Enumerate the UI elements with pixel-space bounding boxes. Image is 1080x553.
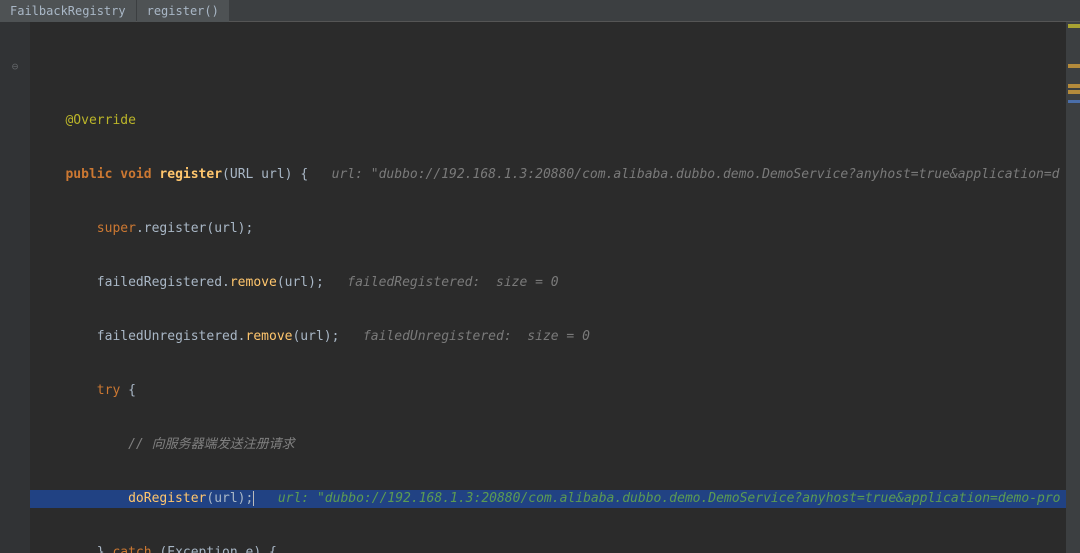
code-line: failedRegistered.remove(url); failedRegi… [30,274,1066,292]
editor: ⊖ @Override public void register(URL url… [0,22,1080,553]
code-area[interactable]: @Override public void register(URL url) … [30,22,1066,553]
breadcrumb: FailbackRegistry register() [0,0,1080,22]
scroll-marker[interactable] [1068,64,1080,68]
scrollmap[interactable] [1066,22,1080,553]
scroll-marker[interactable] [1068,84,1080,88]
code-line: try { [30,382,1066,400]
code-line: // 向服务器端发送注册请求 [30,436,1066,454]
scroll-marker-warning[interactable] [1068,24,1080,28]
highlighted-line: doRegister(url); url: "dubbo://192.168.1… [30,490,1066,508]
breadcrumb-class[interactable]: FailbackRegistry [0,0,136,22]
code-line: public void register(URL url) { url: "du… [30,166,1066,184]
breadcrumb-method[interactable]: register() [137,0,229,22]
code-line: super.register(url); [30,220,1066,238]
gutter: ⊖ [0,22,30,553]
scroll-marker[interactable] [1068,90,1080,94]
scroll-marker-current[interactable] [1068,100,1080,103]
caret [253,491,254,506]
code-line: } catch (Exception e) { [30,544,1066,553]
code-line: @Override [30,112,1066,130]
override-gutter-icon[interactable]: ⊖ [0,58,30,76]
code-line: failedUnregistered.remove(url); failedUn… [30,328,1066,346]
